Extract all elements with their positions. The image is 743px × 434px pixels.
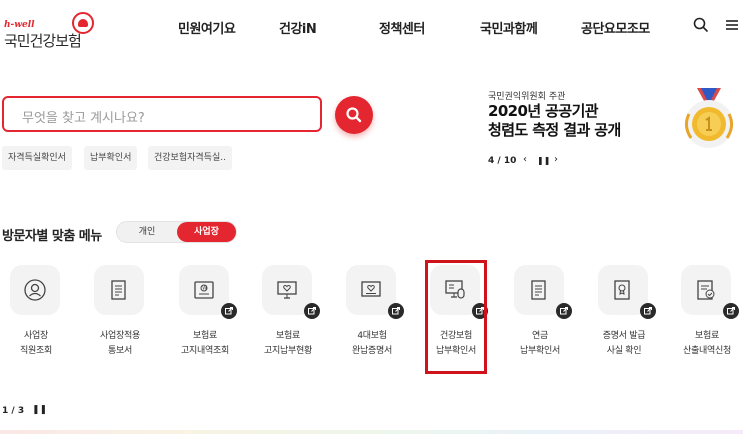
menu-pause-button[interactable]: ❚❚ <box>32 405 47 415</box>
person-search-icon <box>24 279 46 301</box>
monitor-heart-icon <box>277 281 297 299</box>
menu-employee-lookup[interactable]: 사업장직원조회 <box>0 265 76 365</box>
nav-civil-service[interactable]: 민원여기요 <box>178 18 236 37</box>
keyword-chip[interactable]: 건강보험자격득실.. <box>148 146 232 170</box>
banner-pause-button[interactable]: ❚❚ <box>537 156 550 165</box>
menu-pension-payment-confirmation[interactable]: 연금납부확인서 <box>500 265 580 365</box>
external-link-icon <box>304 303 320 319</box>
highlight-box <box>425 260 487 374</box>
menu-label: 보험료고지납부현황 <box>248 329 328 359</box>
banner-pager: 4 / 10 <box>488 156 517 166</box>
visitor-type-toggle: 개인 사업장 <box>116 221 237 243</box>
menu-label-line: 고지내역조회 <box>181 346 229 356</box>
svg-text:W: W <box>202 286 207 292</box>
logo-tagline: h-well <box>4 20 35 30</box>
menu-label-line: 사실 확인 <box>606 346 642 356</box>
nav-about[interactable]: 공단요모조모 <box>581 18 650 37</box>
external-link-icon <box>723 303 739 319</box>
banner-title-line: 청렴도 측정 결과 공개 <box>488 121 621 139</box>
document-icon <box>111 280 126 300</box>
search-input[interactable]: 무엇을 찾고 계시나요? <box>2 96 322 132</box>
menu-label-line: 고지납부현황 <box>264 346 312 356</box>
banner-title-line: 2020년 공공기관 <box>488 102 599 120</box>
menu-premium-calculation-request[interactable]: 보험료산출내역신청 <box>667 265 743 365</box>
certificate-icon <box>361 281 381 297</box>
banner-prev-button[interactable]: ‹ <box>523 154 527 165</box>
toggle-personal[interactable]: 개인 <box>117 222 177 242</box>
external-link-icon <box>221 303 237 319</box>
keyword-chip[interactable]: 납부확인서 <box>84 146 138 170</box>
banner-org: 국민권익위원회 주관 <box>488 92 566 102</box>
bottom-divider <box>0 430 743 434</box>
search-icon[interactable] <box>692 16 710 34</box>
menu-label: 4대보험완납증명서 <box>332 329 412 359</box>
nav-with-people[interactable]: 국민과함께 <box>480 18 538 37</box>
menu-workplace-notice[interactable]: 사업장적용통보서 <box>80 265 160 365</box>
menu-label-line: 완납증명서 <box>352 346 392 356</box>
medal-icon <box>675 84 743 152</box>
menu-label: 보험료산출내역신청 <box>667 329 743 359</box>
menu-label-line: 보험료 <box>193 331 217 341</box>
menu-label: 증명서 발급사실 확인 <box>584 329 664 359</box>
menu-label: 사업장직원조회 <box>0 329 76 359</box>
toggle-business[interactable]: 사업장 <box>177 222 236 242</box>
site-logo[interactable]: h-well 국민건강보험 <box>2 8 102 50</box>
menu-icon[interactable] <box>723 16 741 34</box>
menu-full-payment-certificate[interactable]: 4대보험완납증명서 <box>332 265 412 365</box>
search-icon <box>346 107 362 123</box>
external-link-icon <box>388 303 404 319</box>
menu-label-line: 보험료 <box>276 331 300 341</box>
logo-text: 국민건강보험 <box>4 32 82 50</box>
menu-icon-box <box>10 265 60 315</box>
menu-label-line: 직원조회 <box>20 346 52 356</box>
menu-certificate-verification[interactable]: 증명서 발급사실 확인 <box>584 265 664 365</box>
menu-premium-payment-status[interactable]: 보험료고지납부현황 <box>248 265 328 365</box>
menu-pager: 1 / 3 <box>2 406 25 416</box>
search-button[interactable] <box>335 96 373 134</box>
menu-label-line: 납부확인서 <box>520 346 560 356</box>
logo-mark-icon <box>72 12 94 34</box>
bill-icon: W <box>194 281 214 299</box>
nav-health-in[interactable]: 건강iN <box>279 18 317 37</box>
menu-label-line: 4대보험 <box>357 331 387 341</box>
menu-label-line: 보험료 <box>695 331 719 341</box>
search-placeholder: 무엇을 찾고 계시나요? <box>22 111 145 126</box>
menu-label-line: 증명서 발급 <box>602 331 646 341</box>
menu-label: 연금납부확인서 <box>500 329 580 359</box>
menu-label: 사업장적용통보서 <box>80 329 160 359</box>
menu-label-line: 사업장적용 <box>100 331 140 341</box>
custom-menu-title: 방문자별 맞춤 메뉴 <box>2 229 102 244</box>
document-check-icon <box>697 280 715 300</box>
external-link-icon <box>640 303 656 319</box>
menu-label-line: 통보서 <box>108 346 132 356</box>
menu-premium-notice-lookup[interactable]: W 보험료고지내역조회 <box>165 265 245 365</box>
menu-label-line: 산출내역신청 <box>683 346 731 356</box>
menu-label-line: 연금 <box>532 331 548 341</box>
document-icon <box>531 280 546 300</box>
banner-title[interactable]: 2020년 공공기관 청렴도 측정 결과 공개 <box>488 102 678 140</box>
menu-icon-box <box>94 265 144 315</box>
external-link-icon <box>556 303 572 319</box>
banner-next-button[interactable]: › <box>554 154 558 165</box>
award-certificate-icon <box>614 280 630 300</box>
nav-policy-center[interactable]: 정책센터 <box>379 18 425 37</box>
menu-label-line: 사업장 <box>24 331 48 341</box>
keyword-chip[interactable]: 자격득실확인서 <box>2 146 72 170</box>
menu-label: 보험료고지내역조회 <box>165 329 245 359</box>
